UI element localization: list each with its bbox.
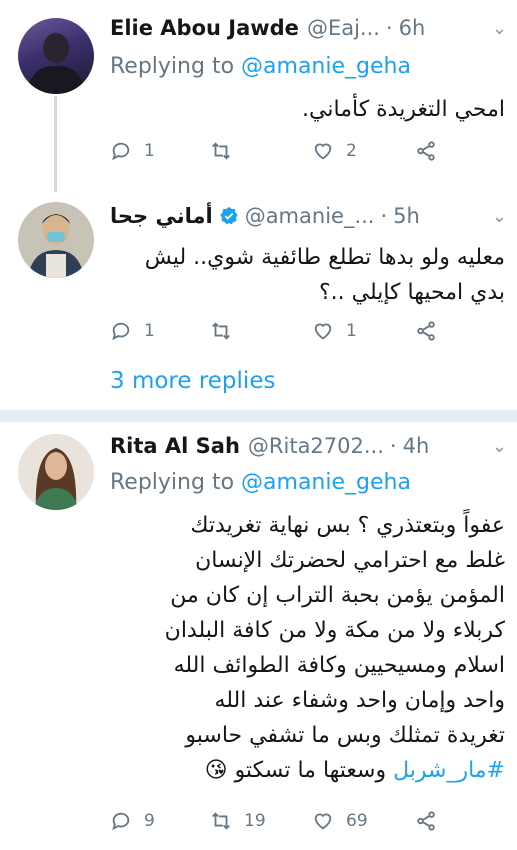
author-name[interactable]: Rita Al Sah: [110, 434, 240, 458]
text-line: اسلام ومسيحيين وكافة الطوائف الله: [173, 653, 505, 678]
replying-to: Replying to @amanie_geha: [110, 54, 411, 79]
author-name[interactable]: Elie Abou Jawde: [110, 16, 299, 40]
tweet-elie[interactable]: Elie Abou Jawde @Eaj... · 6h ⌄ Replying …: [0, 0, 517, 192]
reply-icon: [112, 142, 130, 161]
retweet-icon: [212, 322, 230, 340]
reply-button[interactable]: 9: [110, 810, 155, 832]
like-count: 1: [346, 321, 357, 341]
tweet-text: عفواً وبتعتذري ؟ بس نهاية تغريدتك غلط مع…: [110, 508, 505, 788]
author-handle[interactable]: @Rita2702...: [248, 434, 384, 458]
author-name[interactable]: أماني جحا: [110, 204, 213, 228]
replying-to-link[interactable]: @amanie_geha: [241, 54, 411, 79]
share-button[interactable]: [415, 140, 449, 162]
tweet-actions: 1 2: [110, 140, 440, 170]
separator-dot: ·: [389, 434, 397, 458]
text-line: تغريدة تمثلك وبس ما تشفي حاسبو: [185, 723, 505, 748]
tweet-actions: 9 19 69: [110, 810, 440, 840]
share-icon: [417, 811, 435, 831]
retweet-button[interactable]: [210, 320, 244, 342]
reply-icon: [112, 812, 130, 831]
share-button[interactable]: [415, 810, 449, 832]
retweet-button[interactable]: 19: [210, 810, 266, 832]
like-button[interactable]: 1: [312, 320, 357, 342]
replying-to-link[interactable]: @amanie_geha: [241, 470, 411, 495]
replying-to: Replying to @amanie_geha: [110, 470, 411, 495]
heart-icon: [314, 813, 332, 830]
text-line: عفواً وبتعتذري ؟ بس نهاية تغريدتك: [190, 513, 505, 538]
text-line: المؤمن يؤمن بحبة التراب إن كان من: [170, 583, 505, 608]
retweet-button[interactable]: [210, 140, 244, 162]
replying-prefix: Replying to: [110, 54, 235, 79]
divider: [0, 410, 517, 422]
heart-icon: [314, 143, 332, 160]
reply-count: 9: [144, 811, 155, 831]
avatar[interactable]: [18, 434, 94, 510]
share-button[interactable]: [415, 320, 449, 342]
thread-line: [54, 96, 57, 192]
timestamp[interactable]: 4h: [403, 434, 430, 458]
tweet-text: امحي التغريدة كأماني.: [302, 97, 505, 122]
text-line: واحد وإمان واحد وشفاء عند الله: [214, 688, 505, 713]
more-replies-link[interactable]: 3 more replies: [110, 368, 275, 394]
reply-count: 1: [144, 141, 155, 161]
text-line: معليه ولو بدها تطلع طائفية شوي.. ليش: [144, 245, 505, 270]
hashtag-link[interactable]: #مار_شربل: [393, 758, 505, 783]
reply-button[interactable]: 1: [110, 320, 155, 342]
retweet-count: 19: [244, 811, 266, 831]
tweet-actions: 1 1: [110, 320, 440, 350]
like-button[interactable]: 69: [312, 810, 368, 832]
share-icon: [417, 141, 435, 161]
separator-dot: ·: [385, 16, 393, 40]
text-line-last: #مار_شربل وسعتها ما تسكتو 😘: [110, 753, 505, 788]
avatar[interactable]: [18, 202, 94, 278]
timestamp[interactable]: 5h: [393, 204, 420, 228]
timestamp[interactable]: 6h: [399, 16, 426, 40]
kiss-emoji-icon: 😘: [204, 758, 228, 783]
verified-badge-icon: [220, 206, 238, 225]
reply-count: 1: [144, 321, 155, 341]
author-handle[interactable]: @Eaj...: [307, 16, 380, 40]
tweet-text: معليه ولو بدها تطلع طائفية شوي.. ليش بدي…: [110, 240, 505, 310]
text-line: كربلاء ولا من مكة ولا من كافة البلدان: [164, 618, 505, 643]
text-line: بدي امحيها كإيلي ..؟: [318, 280, 505, 305]
reply-icon: [112, 322, 130, 341]
text-fragment: وسعتها ما تسكتو: [234, 758, 387, 783]
chevron-down-icon[interactable]: ⌄: [492, 436, 507, 457]
reply-button[interactable]: 1: [110, 140, 155, 162]
text-line: غلط مع احترامي لحضرتك الإنسان: [195, 548, 505, 573]
heart-icon: [314, 323, 332, 340]
tweet-amanie[interactable]: أماني جحا @amanie_... · 5h ⌄ معليه ولو ب…: [0, 190, 517, 410]
author-handle[interactable]: @amanie_...: [245, 204, 375, 228]
tweet-rita[interactable]: Rita Al Sah @Rita2702... · 4h ⌄ Replying…: [0, 422, 517, 850]
replying-prefix: Replying to: [110, 470, 235, 495]
like-count: 2: [346, 141, 357, 161]
chevron-down-icon[interactable]: ⌄: [492, 206, 507, 227]
avatar[interactable]: [18, 18, 94, 94]
like-count: 69: [346, 811, 368, 831]
separator-dot: ·: [380, 204, 388, 228]
like-button[interactable]: 2: [312, 140, 357, 162]
retweet-icon: [212, 142, 230, 160]
retweet-icon: [212, 812, 230, 830]
share-icon: [417, 321, 435, 341]
chevron-down-icon[interactable]: ⌄: [492, 18, 507, 39]
